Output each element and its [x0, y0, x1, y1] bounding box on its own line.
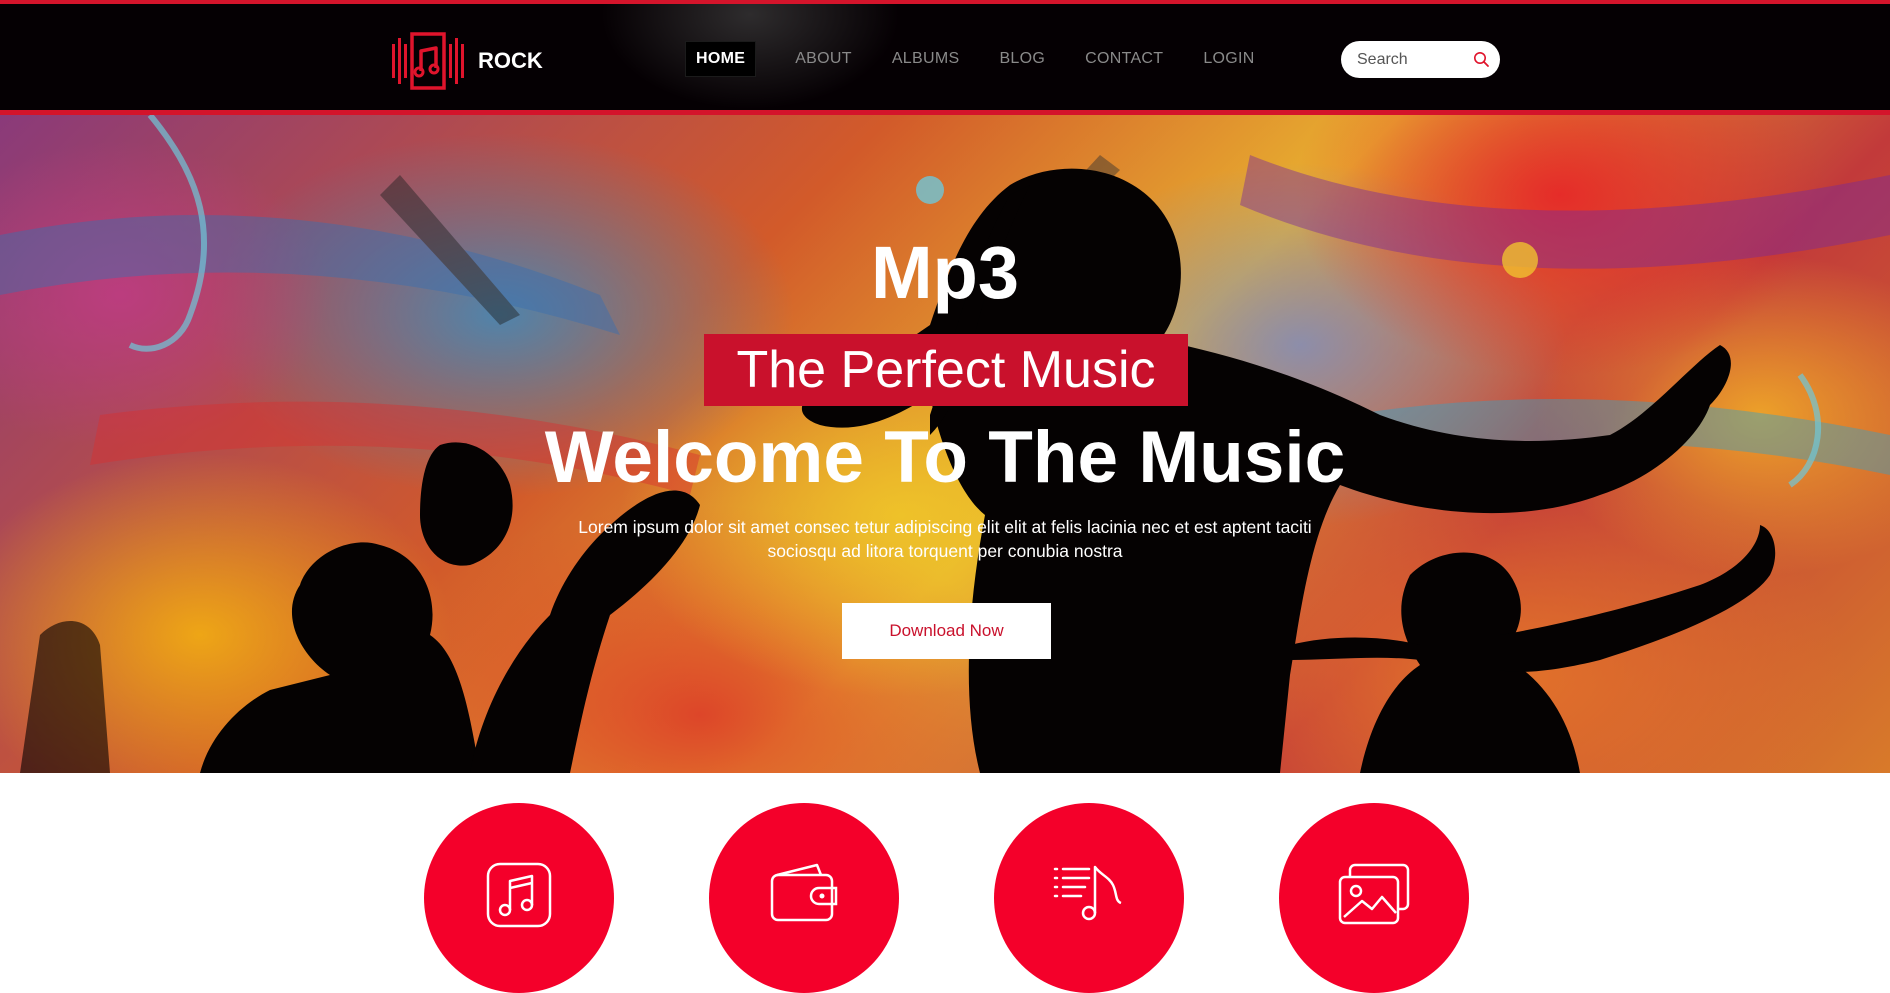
download-now-button[interactable]: Download Now: [842, 603, 1051, 659]
feature-wallet[interactable]: [709, 803, 899, 993]
gallery-icon: [1338, 863, 1410, 925]
feature-gallery[interactable]: [1279, 803, 1469, 993]
search-icon[interactable]: [1473, 51, 1490, 68]
nav-login[interactable]: LOGIN: [1203, 42, 1254, 76]
search-box: [1341, 41, 1500, 78]
hero-title: Welcome To The Music: [544, 417, 1346, 498]
feature-playlist[interactable]: [994, 803, 1184, 993]
music-logo-icon: [392, 32, 464, 90]
main-nav: HOME ABOUT ALBUMS BLOG CONTACT LOGIN: [684, 41, 1295, 77]
music-note-icon: [486, 862, 552, 928]
nav-home[interactable]: HOME: [684, 41, 757, 77]
brand-name: ROCK: [478, 48, 543, 73]
features-section: [0, 773, 1890, 993]
hero-description: Lorem ipsum dolor sit amet consec tetur …: [578, 517, 1312, 561]
wallet-icon: [770, 863, 838, 922]
hero-content: Mp3 The Perfect Music Welcome To The Mus…: [0, 115, 1890, 773]
hero-kicker: Mp3: [871, 231, 1019, 314]
hero-banner: Mp3 The Perfect Music Welcome To The Mus…: [0, 115, 1890, 773]
logo[interactable]: ROCK: [392, 32, 543, 90]
search-input[interactable]: [1355, 49, 1469, 70]
nav-albums[interactable]: ALBUMS: [892, 42, 960, 76]
hero-tagline: The Perfect Music: [704, 334, 1188, 406]
nav-about[interactable]: ABOUT: [795, 42, 852, 76]
playlist-icon: [1053, 865, 1122, 921]
feature-music[interactable]: [424, 803, 614, 993]
nav-contact[interactable]: CONTACT: [1085, 42, 1163, 76]
site-header: ROCK HOME ABOUT ALBUMS BLOG CONTACT LOGI…: [0, 4, 1890, 110]
nav-blog[interactable]: BLOG: [999, 42, 1045, 76]
